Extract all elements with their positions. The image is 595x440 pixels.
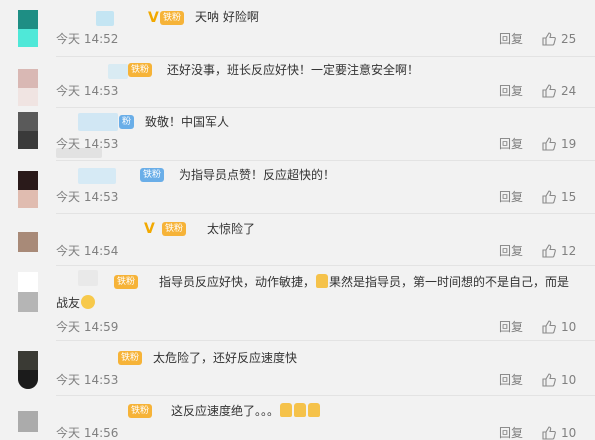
thumbs-up-emoji-icon: [280, 403, 293, 417]
fan-badge: 铁粉: [118, 351, 143, 365]
comment-time: 今天 14:54: [56, 244, 119, 258]
reply-button[interactable]: 回复: [499, 32, 523, 46]
comment-time: 今天 14:53: [56, 84, 119, 98]
comment-text: 还好没事，班长反应好快！一定要注意安全啊！: [167, 63, 420, 77]
fan-badge: 铁粉: [162, 222, 187, 236]
avatar[interactable]: [18, 171, 38, 208]
comment-item: 粉 致敬！中国军人 今天 14:53 回复 19: [0, 108, 595, 160]
like-count: 24: [561, 84, 577, 98]
thumbs-up-outline-icon[interactable]: [542, 32, 556, 46]
fan-badge: 铁粉: [128, 404, 153, 418]
comment-text-part: 这反应速度绝了。。。: [171, 404, 280, 418]
avatar[interactable]: [18, 112, 38, 149]
username-blurred[interactable]: [96, 11, 114, 26]
reply-button[interactable]: 回复: [499, 320, 523, 334]
comment-item: 铁粉 这反应速度绝了。。。 今天 14:56 回复 10: [0, 396, 595, 440]
comment-time: 今天 14:53: [56, 137, 119, 151]
reply-button[interactable]: 回复: [499, 84, 523, 98]
reply-button[interactable]: 回复: [499, 426, 523, 440]
reply-button[interactable]: 回复: [499, 373, 523, 387]
like-count: 25: [561, 32, 577, 46]
thumbs-up-outline-icon[interactable]: [542, 190, 556, 204]
reply-button[interactable]: 回复: [499, 190, 523, 204]
like-count: 15: [561, 190, 577, 204]
thumbs-up-outline-icon[interactable]: [542, 373, 556, 387]
thumbs-up-outline-icon[interactable]: [542, 137, 556, 151]
thumbs-up-emoji-icon: [308, 403, 321, 417]
fan-badge: 铁粉: [140, 168, 165, 182]
comment-text: 这反应速度绝了。。。: [171, 403, 321, 419]
reply-button[interactable]: 回复: [499, 244, 523, 258]
reply-button[interactable]: 回复: [499, 137, 523, 151]
comment-text: 指导员反应好快，动作敏捷， 果然是指导员，第一时间想的不是自己，而是: [159, 274, 569, 290]
username-blurred[interactable]: [78, 113, 118, 131]
fan-badge: 铁粉: [160, 11, 185, 25]
fan-badge: 铁粉: [128, 63, 153, 77]
comment-text: 为指导员点赞！反应超快的！: [179, 168, 336, 182]
comment-item: 铁粉 还好没事，班长反应好快！一定要注意安全啊！ 今天 14:53 回复 24: [0, 57, 595, 107]
comment-time: 今天 14:52: [56, 32, 119, 46]
verified-v-icon: V: [148, 10, 159, 26]
thumbs-up-outline-icon[interactable]: [542, 244, 556, 258]
like-count: 19: [561, 137, 577, 151]
avatar[interactable]: [18, 232, 38, 252]
thumbs-up-emoji-icon: [316, 274, 329, 288]
username-blurred[interactable]: [78, 168, 116, 184]
comment-text-part: 战友: [56, 296, 81, 310]
comment-text-part: 果然是指导员，第一时间想的不是自己，而是: [329, 275, 570, 289]
comment-time: 今天 14:53: [56, 190, 119, 204]
thumbs-up-outline-icon[interactable]: [542, 426, 556, 440]
comment-text: 太危险了，还好反应速度快: [153, 351, 298, 365]
avatar[interactable]: [18, 10, 38, 47]
thumbs-up-outline-icon[interactable]: [542, 84, 556, 98]
like-count: 10: [561, 426, 577, 440]
comment-item: 铁粉 指导员反应好快，动作敏捷， 果然是指导员，第一时间想的不是自己，而是 战友 …: [0, 266, 595, 340]
username-blurred[interactable]: [108, 64, 128, 79]
comment-text-line2: 战友: [56, 295, 96, 311]
comment-time: 今天 14:53: [56, 373, 119, 387]
fan-badge: 粉: [119, 115, 135, 129]
crying-emoji-icon: [81, 295, 96, 309]
fan-badge: 铁粉: [114, 275, 139, 289]
username-blurred[interactable]: [78, 270, 98, 286]
avatar[interactable]: [18, 69, 38, 106]
comment-text-part: 指导员反应好快，动作敏捷，: [159, 275, 316, 289]
comment-item: V 铁粉 天呐 好险啊 今天 14:52 回复 25: [0, 0, 595, 56]
comment-item: 铁粉 太危险了，还好反应速度快 今天 14:53 回复 10: [0, 341, 595, 395]
comment-text: 太惊险了: [207, 222, 256, 236]
verified-v-icon: V: [144, 221, 155, 237]
comment-item: 铁粉 为指导员点赞！反应超快的！ 今天 14:53 回复 15: [0, 161, 595, 213]
avatar[interactable]: [18, 351, 38, 389]
comment-item: V 铁粉 太惊险了 今天 14:54 回复 12: [0, 214, 595, 265]
thumbs-up-outline-icon[interactable]: [542, 320, 556, 334]
comment-time: 今天 14:59: [56, 320, 119, 334]
thumbs-up-emoji-icon: [294, 403, 307, 417]
like-count: 10: [561, 320, 577, 334]
avatar[interactable]: [18, 411, 38, 432]
comment-text: 致敬！中国军人: [145, 115, 230, 129]
comment-text: 天呐 好险啊: [195, 10, 259, 24]
comment-time: 今天 14:56: [56, 426, 119, 440]
like-count: 12: [561, 244, 577, 258]
avatar[interactable]: [18, 272, 38, 312]
like-count: 10: [561, 373, 577, 387]
